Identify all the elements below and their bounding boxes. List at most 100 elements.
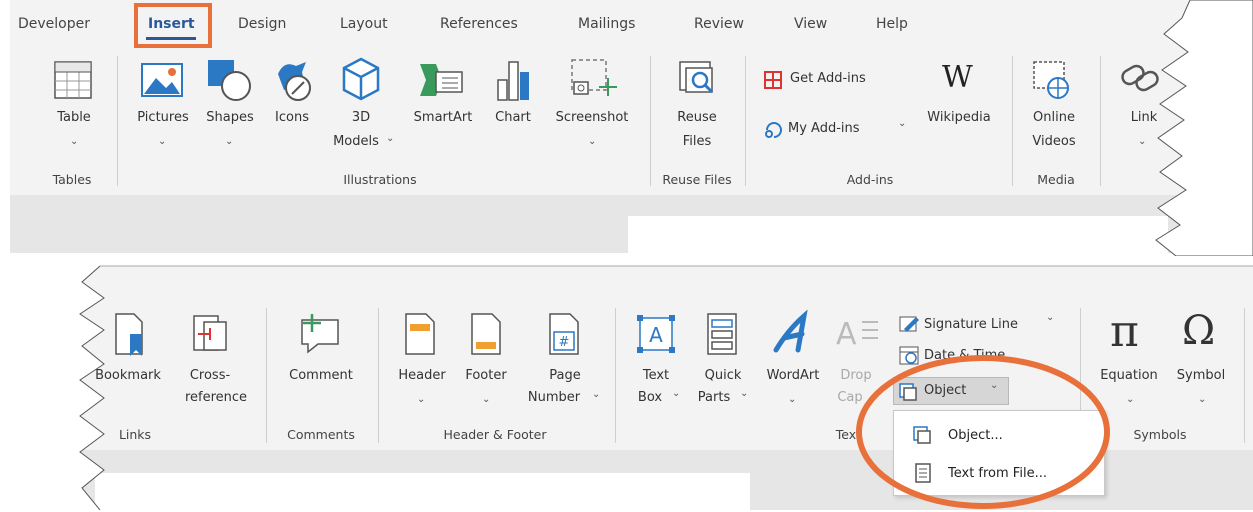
signature-line-label: Signature Line [924, 317, 1018, 332]
separator [1244, 308, 1245, 443]
wordart-label: WordArt [766, 368, 820, 383]
tab-layout[interactable]: Layout [340, 16, 388, 32]
chevron-down-icon: ⌄ [898, 118, 907, 129]
insert-tab-highlight [134, 3, 212, 48]
footer-icon [471, 313, 501, 355]
header-label: Header [398, 368, 446, 383]
icons-icon [278, 62, 311, 101]
tab-mailings[interactable]: Mailings [578, 16, 635, 32]
chart-label: Chart [495, 110, 531, 125]
tab-review[interactable]: Review [694, 16, 744, 32]
group-addins: Add-ins [846, 172, 894, 187]
cross-reference-label-line1: Cross- [189, 368, 231, 383]
chevron-down-icon: ⌄ [740, 388, 749, 399]
3d-models-label-line1: 3D [351, 110, 371, 125]
quick-parts-label-line2: Parts [697, 390, 731, 405]
chevron-down-icon: ⌄ [70, 136, 79, 147]
picture-icon [141, 63, 183, 97]
separator [745, 56, 746, 186]
chevron-down-icon: ⌄ [386, 133, 395, 144]
shapes-label: Shapes [206, 110, 254, 125]
separator [117, 56, 118, 186]
object-highlight-ellipse [856, 355, 1110, 509]
tab-design[interactable]: Design [238, 16, 286, 32]
text-box-label-line1: Text [642, 368, 670, 383]
chevron-down-icon: ⌄ [672, 388, 681, 399]
tab-view[interactable]: View [794, 16, 827, 32]
smartart-icon [420, 64, 463, 96]
quick-parts-icon [707, 313, 737, 355]
chevron-down-icon: ⌄ [158, 136, 167, 147]
addins-icon [765, 122, 782, 138]
reuse-files-label-line1: Reuse [677, 110, 717, 125]
text-box-icon: A [637, 315, 675, 353]
bookmark-icon [115, 313, 143, 356]
smartart-label: SmartArt [413, 110, 473, 125]
chevron-down-icon: ⌄ [1126, 394, 1135, 405]
group-illustrations: Illustrations [343, 172, 417, 187]
group-links: Links [118, 427, 152, 442]
svg-text:A: A [836, 317, 857, 352]
signature-icon [899, 316, 919, 332]
chevron-down-icon: ⌄ [1046, 312, 1055, 323]
separator [266, 308, 267, 443]
tab-help[interactable]: Help [876, 16, 908, 32]
separator [650, 56, 651, 186]
store-icon [764, 71, 782, 89]
group-symbols: Symbols [1133, 427, 1187, 442]
get-addins-label: Get Add-ins [790, 71, 866, 86]
symbol-label: Symbol [1176, 368, 1226, 383]
online-videos-label-line2: Videos [1032, 134, 1076, 149]
page-number-label-line1: Page [549, 368, 581, 383]
separator [378, 308, 379, 443]
chevron-down-icon: ⌄ [788, 394, 797, 405]
group-media: Media [1037, 172, 1075, 187]
comment-icon [301, 314, 339, 354]
wikipedia-label: Wikipedia [927, 110, 991, 125]
my-addins-label: My Add-ins [788, 121, 860, 136]
chevron-down-icon: ⌄ [417, 394, 426, 405]
table-label: Table [57, 110, 91, 125]
shapes-icon [208, 60, 251, 101]
pictures-label: Pictures [137, 110, 189, 125]
group-header-footer: Header & Footer [443, 427, 547, 442]
separator [615, 308, 616, 443]
screenshot-label: Screenshot [555, 110, 629, 125]
separator [1100, 56, 1101, 186]
cube-icon [342, 57, 380, 101]
3d-models-label-line2: Models [333, 134, 379, 149]
chart-icon [497, 61, 529, 101]
separator [1012, 56, 1013, 186]
reuse-files-icon [679, 61, 714, 94]
chevron-down-icon: ⌄ [482, 394, 491, 405]
group-comments: Comments [287, 427, 355, 442]
footer-label: Footer [465, 368, 507, 383]
omega-icon: Ω [1182, 308, 1216, 354]
group-tables: Tables [52, 172, 92, 187]
chevron-down-icon: ⌄ [592, 389, 601, 400]
online-videos-label-line1: Online [1033, 110, 1075, 125]
pi-icon: π [1110, 306, 1139, 357]
text-box-label-line2: Box [637, 390, 663, 405]
icons-label: Icons [275, 110, 309, 125]
online-video-icon [1033, 61, 1069, 99]
chevron-down-icon: ⌄ [1138, 136, 1147, 147]
cross-reference-label-line2: reference [184, 390, 248, 405]
page-number-label-line2: Number [527, 390, 581, 405]
svg-text:#: # [559, 335, 570, 350]
screenshot-icon [571, 59, 617, 96]
tab-developer[interactable]: Developer [18, 16, 90, 32]
svg-text:A: A [649, 323, 663, 347]
cross-reference-icon [193, 315, 227, 351]
top-document-page [628, 216, 1168, 253]
chevron-down-icon: ⌄ [1198, 394, 1207, 405]
quick-parts-label-line1: Quick [704, 368, 742, 383]
reuse-files-label-line2: Files [682, 134, 712, 149]
drop-cap-icon: A [836, 317, 878, 352]
comment-label: Comment [289, 368, 353, 383]
wikipedia-w-icon: W [942, 60, 973, 95]
chevron-down-icon: ⌄ [225, 136, 234, 147]
wordart-icon [773, 310, 808, 353]
torn-edge [1155, 0, 1253, 256]
tab-references[interactable]: References [440, 16, 518, 32]
